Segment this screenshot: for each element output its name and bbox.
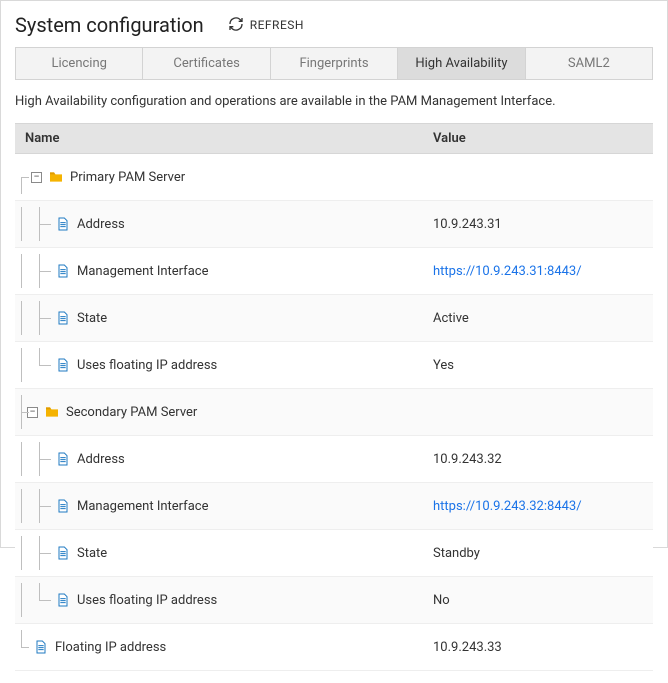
document-icon [55, 545, 71, 561]
folder-icon [44, 404, 60, 420]
tree-leaf-label: Uses floating IP address [77, 358, 217, 373]
tree-leaf-value: No [423, 587, 653, 614]
tab-bar: Licencing Certificates Fingerprints High… [15, 47, 653, 80]
tree-leaf-value: 10.9.243.33 [423, 634, 653, 661]
management-interface-link[interactable]: https://10.9.243.32:8443/ [433, 499, 582, 514]
document-icon [55, 592, 71, 608]
grid-header-name: Name [15, 124, 423, 153]
tree-leaf-label: Uses floating IP address [77, 593, 217, 608]
collapse-toggle-icon[interactable] [31, 172, 42, 183]
tree-leaf-label: Floating IP address [55, 640, 166, 655]
tab-fingerprints[interactable]: Fingerprints [271, 47, 398, 80]
folder-icon [48, 169, 64, 185]
tree-leaf-label: Management Interface [77, 499, 208, 514]
tree-leaf[interactable]: Uses floating IP address No [15, 577, 653, 624]
tree-grid: Primary PAM Server Address 10.9.243.31 [15, 154, 653, 671]
tree-leaf-value: 10.9.243.32 [423, 446, 653, 473]
tree-node-secondary[interactable]: Secondary PAM Server [15, 389, 653, 436]
management-interface-link[interactable]: https://10.9.243.31:8443/ [433, 264, 582, 279]
refresh-button[interactable]: REFRESH [228, 16, 304, 35]
document-icon [55, 310, 71, 326]
document-icon [55, 216, 71, 232]
document-icon [55, 451, 71, 467]
tab-licencing[interactable]: Licencing [15, 47, 143, 80]
tree-leaf[interactable]: State Active [15, 295, 653, 342]
tree-leaf[interactable]: State Standby [15, 530, 653, 577]
tree-node-label: Primary PAM Server [70, 170, 185, 185]
refresh-icon [228, 16, 244, 35]
collapse-toggle-icon[interactable] [27, 407, 38, 418]
refresh-label: REFRESH [250, 18, 304, 32]
document-icon [33, 639, 49, 655]
tree-node-label: Secondary PAM Server [66, 405, 197, 420]
page-title: System configuration [15, 13, 204, 37]
tree-leaf[interactable]: Address 10.9.243.31 [15, 201, 653, 248]
tree-leaf[interactable]: Uses floating IP address Yes [15, 342, 653, 389]
document-icon [55, 498, 71, 514]
tree-node-primary[interactable]: Primary PAM Server [15, 154, 653, 201]
tab-certificates[interactable]: Certificates [143, 47, 270, 80]
tree-leaf-label: Address [77, 452, 125, 467]
document-icon [55, 263, 71, 279]
tree-leaf-label: Management Interface [77, 264, 208, 279]
grid-header: Name Value [15, 123, 653, 154]
tab-saml2[interactable]: SAML2 [526, 47, 653, 80]
document-icon [55, 357, 71, 373]
tree-leaf-value: Yes [423, 352, 653, 379]
tree-leaf-value: Standby [423, 540, 653, 567]
tree-leaf-floating-ip[interactable]: Floating IP address 10.9.243.33 [15, 624, 653, 671]
tree-leaf[interactable]: Management Interface https://10.9.243.32… [15, 483, 653, 530]
tree-leaf-value: Active [423, 305, 653, 332]
tree-leaf[interactable]: Address 10.9.243.32 [15, 436, 653, 483]
grid-header-value: Value [423, 124, 653, 153]
tab-description: High Availability configuration and oper… [15, 94, 653, 109]
tree-leaf-label: State [77, 311, 107, 326]
tree-leaf-label: Address [77, 217, 125, 232]
tree-leaf[interactable]: Management Interface https://10.9.243.31… [15, 248, 653, 295]
tab-high-availability[interactable]: High Availability [398, 47, 525, 80]
tree-leaf-value: 10.9.243.31 [423, 211, 653, 238]
